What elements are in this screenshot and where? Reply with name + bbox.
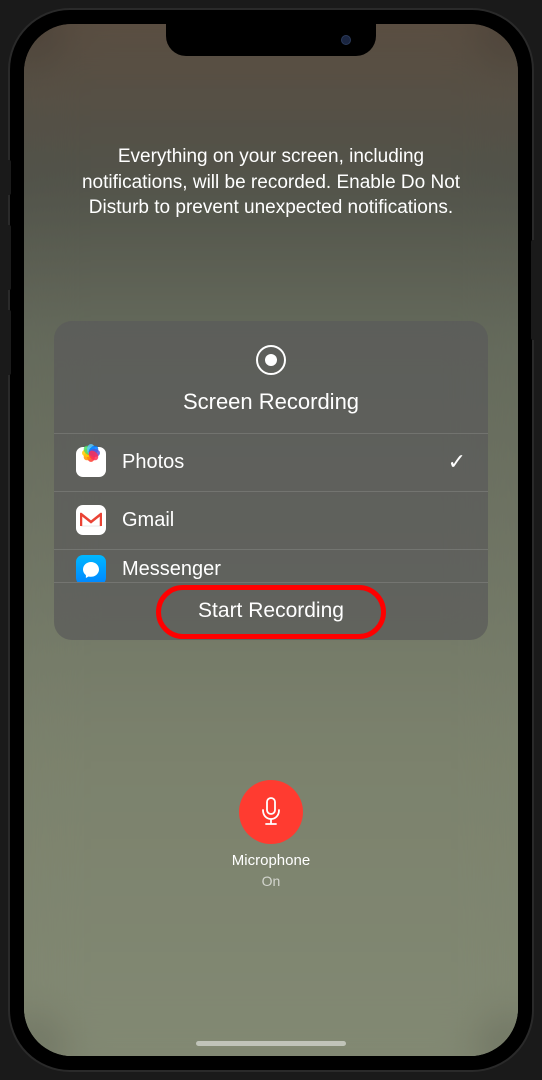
home-indicator[interactable] [196, 1041, 346, 1046]
screen-recording-card: Screen Recording [54, 321, 488, 640]
gmail-icon [76, 505, 106, 535]
messenger-icon [76, 555, 106, 582]
microphone-icon [258, 796, 284, 828]
notch [166, 24, 376, 56]
phone-frame: Everything on your screen, including not… [10, 10, 532, 1070]
volume-up-button [6, 225, 11, 290]
mute-switch [6, 160, 11, 195]
start-recording-button[interactable]: Start Recording [54, 582, 488, 640]
checkmark-icon: ✓ [448, 449, 466, 475]
record-icon [256, 345, 286, 375]
microphone-label: Microphone [232, 852, 310, 869]
content: Everything on your screen, including not… [24, 24, 518, 1056]
app-row-photos[interactable]: Photos ✓ [54, 434, 488, 492]
front-camera [341, 35, 351, 45]
card-header: Screen Recording [54, 321, 488, 434]
power-button [531, 240, 536, 340]
app-label: Messenger [122, 558, 466, 581]
microphone-section: Microphone On [232, 780, 310, 889]
screen: Everything on your screen, including not… [24, 24, 518, 1056]
start-recording-label: Start Recording [198, 599, 344, 623]
microphone-toggle-button[interactable] [239, 780, 303, 844]
app-label: Gmail [122, 509, 466, 532]
recording-info-text: Everything on your screen, including not… [54, 144, 488, 221]
app-row-messenger[interactable]: Messenger [54, 550, 488, 582]
volume-down-button [6, 310, 11, 375]
app-label: Photos [122, 451, 432, 474]
card-title: Screen Recording [183, 389, 359, 415]
microphone-status: On [262, 873, 281, 889]
photos-icon [76, 447, 106, 477]
app-row-gmail[interactable]: Gmail [54, 492, 488, 550]
